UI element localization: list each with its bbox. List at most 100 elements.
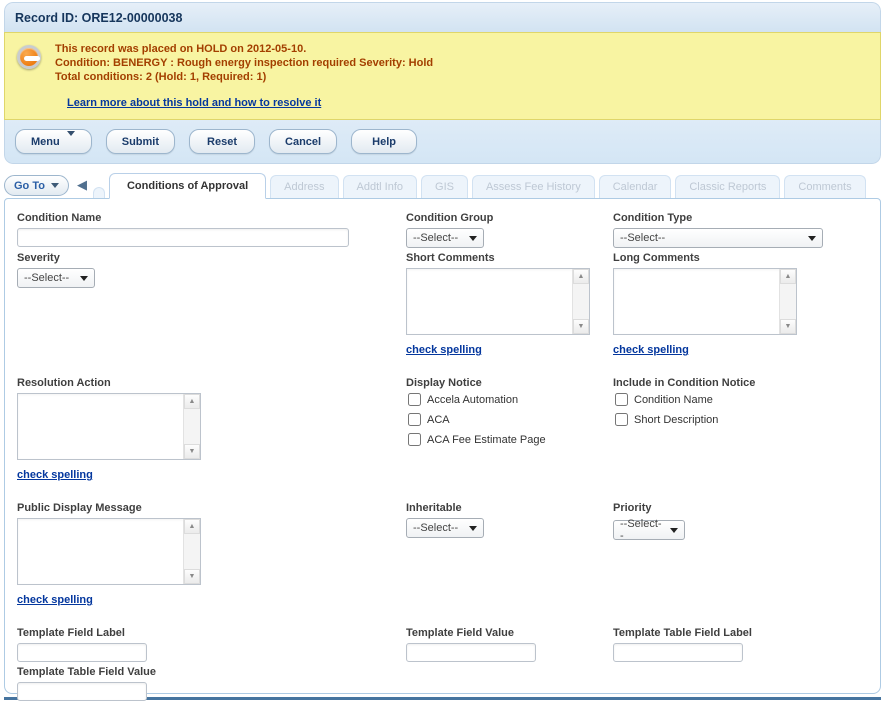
scroll-up-icon[interactable]: ▲ bbox=[780, 269, 796, 284]
scroll-down-icon[interactable]: ▼ bbox=[780, 319, 796, 334]
tab-address[interactable]: Address bbox=[270, 175, 338, 198]
long-comments-label: Long Comments bbox=[613, 252, 868, 264]
template-field-label-label: Template Field Label bbox=[17, 627, 406, 639]
cancel-button[interactable]: Cancel bbox=[269, 129, 337, 154]
submit-button[interactable]: Submit bbox=[106, 129, 175, 154]
resolution-action-textarea[interactable]: ▲ ▼ bbox=[17, 393, 201, 460]
resolution-action-check-spelling-link[interactable]: check spelling bbox=[17, 469, 93, 481]
condition-name-checkbox[interactable] bbox=[615, 393, 628, 406]
condition-type-group: Condition Type --Select-- bbox=[613, 212, 868, 248]
condition-group-group: Condition Group --Select-- bbox=[406, 212, 613, 248]
template-table-field-label-input[interactable] bbox=[613, 643, 743, 662]
public-display-message-group: Public Display Message ▲ ▼ check spellin… bbox=[17, 502, 406, 606]
conditions-form-panel: Condition Name Condition Group --Select-… bbox=[4, 198, 881, 694]
hold-alert-line3: Total conditions: 2 (Hold: 1, Required: … bbox=[55, 70, 433, 84]
scroll-up-icon[interactable]: ▲ bbox=[573, 269, 589, 284]
scroll-down-icon[interactable]: ▼ bbox=[184, 444, 200, 459]
priority-select[interactable]: --Select-- bbox=[613, 520, 685, 540]
public-display-message-label: Public Display Message bbox=[17, 502, 406, 514]
hold-alert-line2: Condition: BENERGY : Rough energy inspec… bbox=[55, 56, 433, 70]
tab-conditions-of-approval[interactable]: Conditions of Approval bbox=[109, 173, 266, 199]
long-comments-text[interactable] bbox=[614, 269, 779, 334]
tab-scroll-left-icon[interactable]: ◀ bbox=[73, 174, 91, 196]
action-toolbar: Menu Submit Reset Cancel Help bbox=[4, 120, 881, 164]
reset-button[interactable]: Reset bbox=[189, 129, 255, 154]
inheritable-select[interactable]: --Select-- bbox=[406, 518, 484, 538]
tab-classic-reports[interactable]: Classic Reports bbox=[675, 175, 780, 198]
display-notice-option-aca-fee-estimate-page[interactable]: ACA Fee Estimate Page bbox=[408, 433, 613, 446]
short-comments-check-spelling-link[interactable]: check spelling bbox=[406, 344, 482, 356]
template-field-label-group: Template Field Label bbox=[17, 627, 406, 662]
long-comments-group: Long Comments ▲ ▼ check spelling bbox=[613, 252, 868, 356]
condition-name-label: Condition Name bbox=[17, 212, 406, 224]
short-comments-text[interactable] bbox=[407, 269, 572, 334]
long-comments-textarea[interactable]: ▲ ▼ bbox=[613, 268, 797, 335]
severity-select[interactable]: --Select-- bbox=[17, 268, 95, 288]
scroll-down-icon[interactable]: ▼ bbox=[184, 569, 200, 584]
template-field-value-input[interactable] bbox=[406, 643, 536, 662]
record-id-title: Record ID: ORE12-00000038 bbox=[15, 11, 182, 25]
condition-name-group: Condition Name bbox=[17, 212, 406, 247]
condition-type-selected-value: --Select-- bbox=[620, 232, 665, 244]
display-notice-option-aca[interactable]: ACA bbox=[408, 413, 613, 426]
aca-fee-estimate-page-checkbox[interactable] bbox=[408, 433, 421, 446]
short-comments-scrollbar[interactable]: ▲ ▼ bbox=[572, 269, 589, 334]
short-description-checkbox[interactable] bbox=[615, 413, 628, 426]
short-comments-textarea[interactable]: ▲ ▼ bbox=[406, 268, 590, 335]
tab-strip: Go To ◀ Conditions of Approval Address A… bbox=[4, 172, 881, 198]
inheritable-selected-value: --Select-- bbox=[413, 522, 458, 534]
long-comments-check-spelling-link[interactable]: check spelling bbox=[613, 344, 689, 356]
resolution-action-label: Resolution Action bbox=[17, 377, 406, 389]
hold-alert-row: This record was placed on HOLD on 2012-0… bbox=[17, 42, 868, 84]
severity-group: Severity --Select-- bbox=[17, 252, 406, 288]
condition-type-select[interactable]: --Select-- bbox=[613, 228, 823, 248]
public-display-message-scrollbar[interactable]: ▲ ▼ bbox=[183, 519, 200, 584]
tab-gis[interactable]: GIS bbox=[421, 175, 468, 198]
goto-label: Go To bbox=[14, 180, 45, 192]
record-header-bar: Record ID: ORE12-00000038 bbox=[4, 2, 881, 32]
tab-stub[interactable] bbox=[93, 187, 105, 198]
help-button[interactable]: Help bbox=[351, 129, 417, 154]
page: Record ID: ORE12-00000038 This record wa… bbox=[0, 0, 885, 700]
template-table-field-value-group: Template Table Field Value bbox=[17, 666, 406, 701]
resolution-action-group: Resolution Action ▲ ▼ check spelling bbox=[17, 377, 406, 481]
aca-checkbox[interactable] bbox=[408, 413, 421, 426]
short-comments-label: Short Comments bbox=[406, 252, 613, 264]
priority-label: Priority bbox=[613, 502, 868, 514]
conditions-form: Condition Name Condition Group --Select-… bbox=[17, 212, 868, 705]
scroll-up-icon[interactable]: ▲ bbox=[184, 394, 200, 409]
template-field-label-input[interactable] bbox=[17, 643, 147, 662]
hold-alert-text: This record was placed on HOLD on 2012-0… bbox=[55, 42, 433, 84]
include-option-short-description[interactable]: Short Description bbox=[615, 413, 868, 426]
tab-addtl-info[interactable]: Addtl Info bbox=[343, 175, 417, 198]
public-display-message-check-spelling-link[interactable]: check spelling bbox=[17, 594, 93, 606]
condition-name-input[interactable] bbox=[17, 228, 349, 247]
goto-dropdown-button[interactable]: Go To bbox=[4, 175, 69, 196]
tab-assess-fee-history[interactable]: Assess Fee History bbox=[472, 175, 595, 198]
display-notice-option-accela-automation[interactable]: Accela Automation bbox=[408, 393, 613, 406]
condition-group-select[interactable]: --Select-- bbox=[406, 228, 484, 248]
scroll-down-icon[interactable]: ▼ bbox=[573, 319, 589, 334]
resolution-action-text[interactable] bbox=[18, 394, 183, 459]
template-table-field-value-label: Template Table Field Value bbox=[17, 666, 406, 678]
accela-automation-checkbox[interactable] bbox=[408, 393, 421, 406]
condition-group-selected-value: --Select-- bbox=[413, 232, 458, 244]
long-comments-scrollbar[interactable]: ▲ ▼ bbox=[779, 269, 796, 334]
resolution-action-scrollbar[interactable]: ▲ ▼ bbox=[183, 394, 200, 459]
aca-checkbox-label: ACA bbox=[427, 414, 450, 426]
include-option-condition-name[interactable]: Condition Name bbox=[615, 393, 868, 406]
template-field-value-label: Template Field Value bbox=[406, 627, 613, 639]
hold-learn-more-link[interactable]: Learn more about this hold and how to re… bbox=[67, 97, 321, 109]
tab-comments[interactable]: Comments bbox=[784, 175, 865, 198]
display-notice-group: Display Notice Accela Automation ACA ACA… bbox=[406, 377, 613, 453]
include-in-condition-notice-label: Include in Condition Notice bbox=[613, 377, 868, 389]
public-display-message-textarea[interactable]: ▲ ▼ bbox=[17, 518, 201, 585]
public-display-message-text[interactable] bbox=[18, 519, 183, 584]
short-description-checkbox-label: Short Description bbox=[634, 414, 718, 426]
template-table-field-value-input[interactable] bbox=[17, 682, 147, 701]
tab-calendar[interactable]: Calendar bbox=[599, 175, 672, 198]
severity-label: Severity bbox=[17, 252, 406, 264]
condition-name-checkbox-label: Condition Name bbox=[634, 394, 713, 406]
menu-button[interactable]: Menu bbox=[15, 129, 92, 154]
scroll-up-icon[interactable]: ▲ bbox=[184, 519, 200, 534]
